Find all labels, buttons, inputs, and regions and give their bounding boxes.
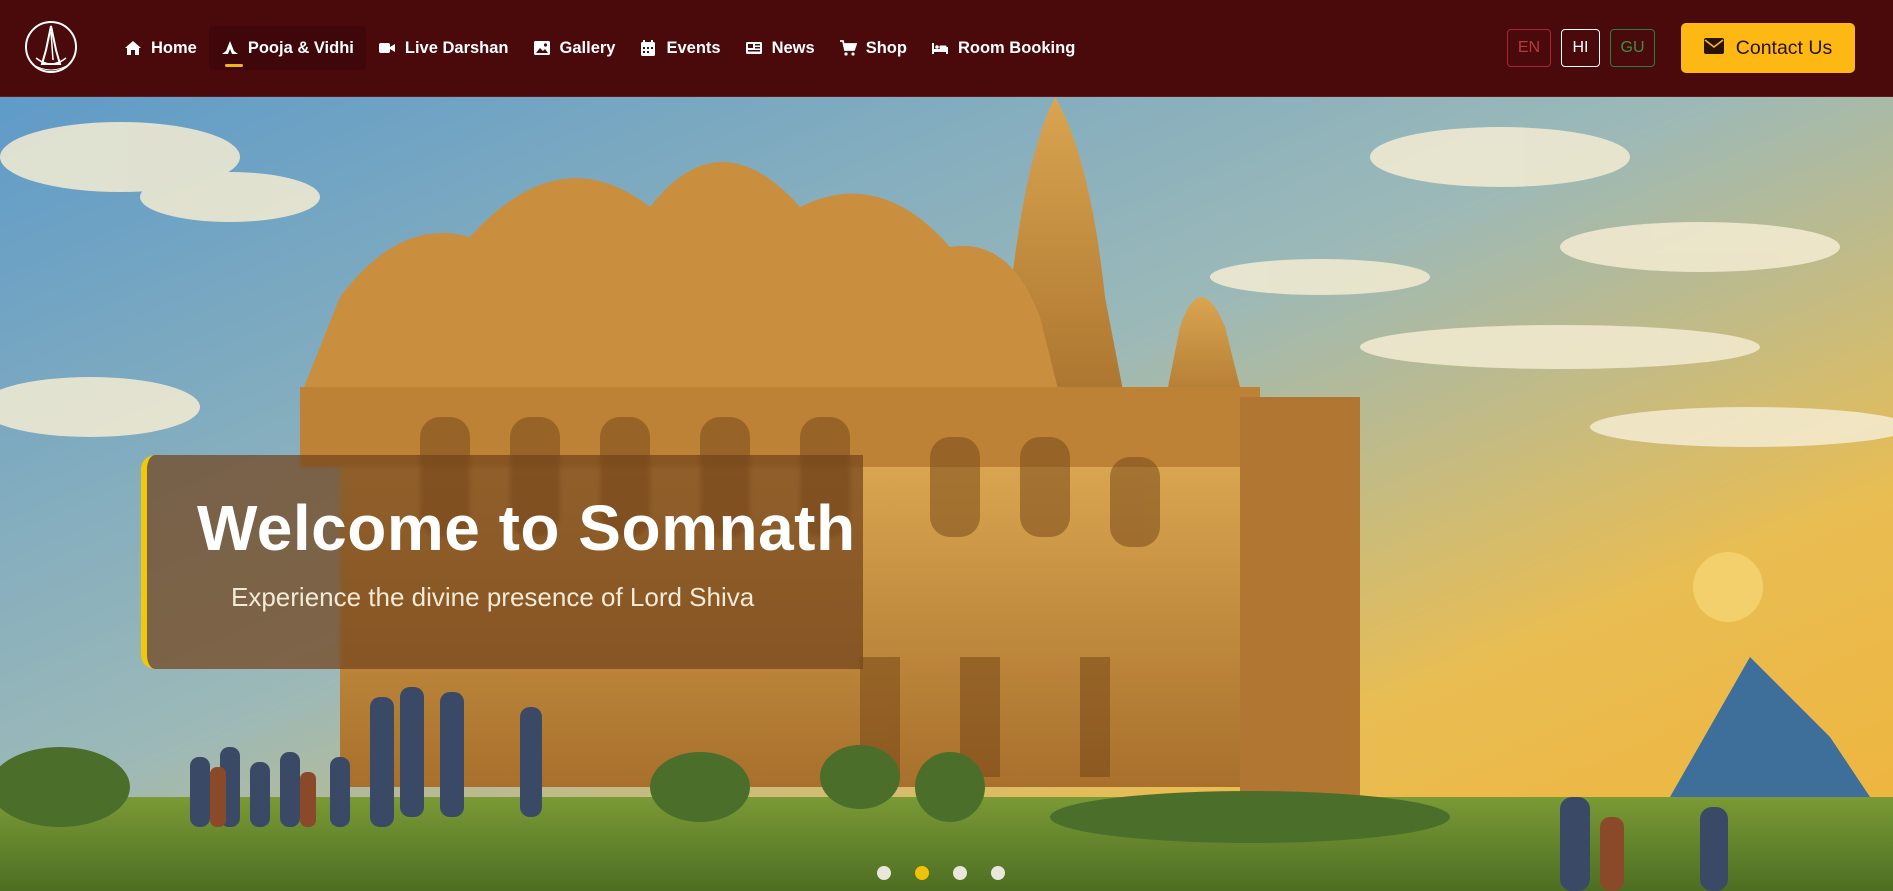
hero-subtitle: Experience the divine presence of Lord S…	[231, 582, 755, 612]
nav-item-shop[interactable]: Shop	[827, 26, 919, 70]
video-icon	[378, 39, 396, 57]
hero-caption: Welcome to Somnath Experience the divine…	[141, 455, 863, 669]
language-switcher: EN HI GU	[1507, 29, 1655, 67]
nav-label-events: Events	[666, 38, 721, 57]
contact-us-button[interactable]: Contact Us	[1681, 23, 1855, 73]
nav-item-room-booking[interactable]: Room Booking	[919, 26, 1087, 70]
nav-label-gallery: Gallery	[559, 38, 616, 57]
nav-label-home: Home	[151, 38, 197, 57]
nav-item-live-darshan[interactable]: Live Darshan	[366, 26, 521, 70]
nav-item-news[interactable]: News	[733, 26, 827, 70]
nav-label-live-darshan: Live Darshan	[404, 38, 509, 57]
envelope-icon	[1703, 37, 1724, 60]
home-icon	[124, 39, 142, 57]
image-icon	[533, 39, 551, 57]
nav-label-pooja-vidhi: Pooja & Vidhi	[247, 38, 354, 57]
nav-item-pooja-vidhi[interactable]: Pooja & Vidhi	[208, 26, 366, 70]
lang-gu-button[interactable]: GU	[1610, 29, 1655, 67]
carousel-dot-3[interactable]	[953, 866, 967, 880]
main-nav: Home Pooja & Vidhi Live Darshan Gallery …	[112, 26, 1087, 70]
hero-carousel: Welcome to Somnath Experience the divine…	[0, 97, 1893, 891]
newspaper-icon	[745, 39, 763, 57]
nav-label-room-booking: Room Booking	[957, 38, 1076, 57]
nav-label-news: News	[771, 38, 815, 57]
lang-en-button[interactable]: EN	[1507, 29, 1551, 67]
nav-item-gallery[interactable]: Gallery	[521, 26, 628, 70]
lang-hi-button[interactable]: HI	[1561, 29, 1600, 67]
carousel-dot-4[interactable]	[991, 866, 1005, 880]
temple-logo[interactable]	[22, 20, 80, 74]
carousel-dot-2[interactable]	[915, 866, 929, 880]
carousel-dot-1[interactable]	[877, 866, 891, 880]
top-navbar: Home Pooja & Vidhi Live Darshan Gallery …	[0, 0, 1893, 97]
carousel-indicators	[877, 866, 1005, 880]
nav-label-shop: Shop	[865, 38, 907, 57]
contact-us-label: Contact Us	[1735, 36, 1833, 59]
hero-title: Welcome to Somnath	[197, 492, 856, 564]
pray-icon	[221, 39, 239, 57]
nav-item-events[interactable]: Events	[627, 26, 732, 70]
cart-icon	[839, 39, 857, 57]
calendar-icon	[639, 39, 657, 57]
bed-icon	[931, 39, 949, 57]
nav-item-home[interactable]: Home	[112, 26, 209, 70]
